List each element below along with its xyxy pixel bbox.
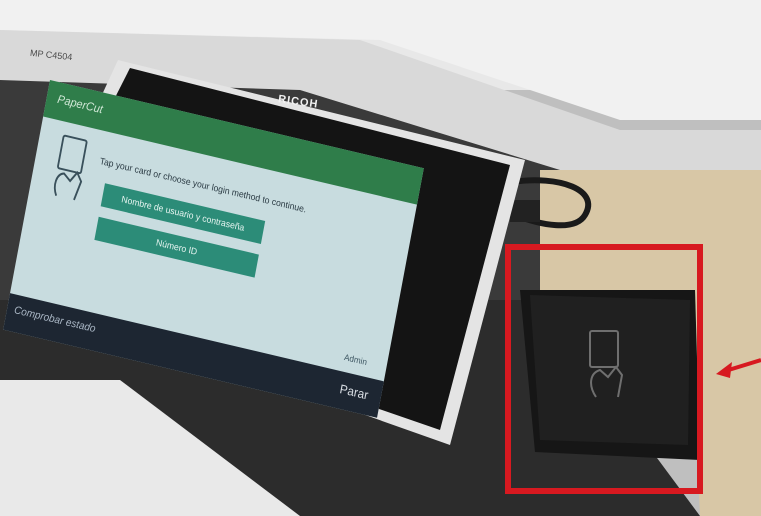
annotation-overlay	[505, 244, 761, 494]
arrow-icon	[716, 362, 732, 378]
photo-scene: RICOH MP C4504 PaperCut Tap your card or…	[0, 0, 761, 516]
highlight-box	[505, 244, 703, 494]
